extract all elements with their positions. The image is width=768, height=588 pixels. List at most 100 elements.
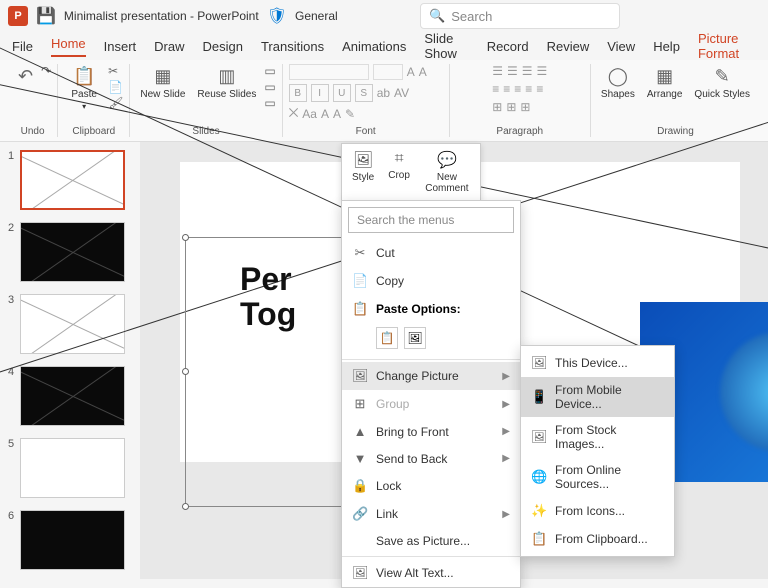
numbering-icon[interactable]: ☰: [507, 64, 518, 78]
new-slide-button[interactable]: ▦New Slide: [136, 64, 189, 102]
sub-mobile-device[interactable]: 📱From Mobile Device...: [521, 377, 674, 417]
ctx-lock[interactable]: 🔒Lock: [342, 472, 520, 500]
section-icon[interactable]: ▭: [264, 96, 275, 110]
shapes-button[interactable]: ◯Shapes: [597, 64, 639, 102]
thumb-num: 6: [8, 510, 14, 570]
context-menu: Search the menus ✂Cut 📄Copy 📋Paste Optio…: [341, 200, 521, 588]
icons-icon: ✨: [531, 503, 547, 519]
new-comment-button[interactable]: 💬New Comment: [418, 148, 476, 196]
style-button[interactable]: 🖼Style: [346, 148, 380, 196]
italic-button[interactable]: I: [311, 84, 329, 102]
arrange-button[interactable]: ▦Arrange: [643, 64, 687, 102]
thumbnail-3[interactable]: [20, 294, 125, 354]
layout-icon[interactable]: ▭: [264, 64, 275, 78]
reuse-slides-button[interactable]: ▥Reuse Slides: [193, 64, 260, 102]
bullets-icon[interactable]: ☰: [492, 64, 503, 78]
menu-file[interactable]: File: [12, 39, 33, 54]
menu-animations[interactable]: Animations: [342, 39, 406, 54]
quick-styles-button[interactable]: ✎Quick Styles: [690, 64, 754, 102]
group-undo: Undo: [21, 126, 45, 137]
mini-toolbar: 🖼Style ⌗Crop 💬New Comment: [341, 143, 481, 201]
thumbnail-2[interactable]: [20, 222, 125, 282]
ctx-group: ⊞Group▶: [342, 390, 520, 418]
device-icon: 🖼: [531, 355, 547, 371]
menu-slideshow[interactable]: Slide Show: [424, 31, 468, 61]
link-icon: 🔗: [352, 506, 368, 522]
sub-from-icons[interactable]: ✨From Icons...: [521, 497, 674, 525]
change-picture-icon: 🖼: [352, 368, 368, 384]
crop-button[interactable]: ⌗Crop: [382, 148, 416, 196]
search-icon: 🔍: [429, 8, 445, 24]
globe-icon: 🌐: [531, 469, 547, 485]
ctx-change-picture[interactable]: 🖼Change Picture▶: [342, 362, 520, 390]
paste-option-keep[interactable]: 📋: [376, 327, 398, 349]
ctx-copy[interactable]: 📄Copy: [342, 267, 520, 295]
chevron-right-icon: ▶: [502, 371, 510, 382]
search-placeholder: Search: [451, 9, 492, 24]
strike-button[interactable]: S: [355, 84, 373, 102]
search-input[interactable]: 🔍 Search: [420, 3, 620, 29]
app-icon: P: [8, 6, 28, 26]
thumb-num: 5: [8, 438, 14, 498]
bring-front-icon: ▲: [352, 424, 368, 439]
send-back-icon: ▼: [352, 451, 368, 466]
thumb-num: 2: [8, 222, 14, 282]
thumb-num: 4: [8, 366, 14, 426]
menu-search-input[interactable]: Search the menus: [348, 207, 514, 233]
document-title: Minimalist presentation - PowerPoint: [64, 9, 259, 23]
thumbnail-5[interactable]: [20, 438, 125, 498]
ctx-cut[interactable]: ✂Cut: [342, 239, 520, 267]
copy-icon: 📄: [352, 273, 368, 289]
thumbnail-4[interactable]: [20, 366, 125, 426]
slide-panel[interactable]: 1 2 3 4 5 6: [0, 142, 140, 579]
change-picture-submenu: 🖼This Device... 📱From Mobile Device... 🖼…: [520, 345, 675, 557]
sub-online-sources[interactable]: 🌐From Online Sources...: [521, 457, 674, 497]
menu-record[interactable]: Record: [487, 39, 529, 54]
reset-icon[interactable]: ▭: [264, 80, 275, 94]
paste-option-picture[interactable]: 🖼: [404, 327, 426, 349]
sensitivity-label: General: [295, 9, 338, 23]
sub-from-clipboard[interactable]: 📋From Clipboard...: [521, 525, 674, 553]
menu-view[interactable]: View: [607, 39, 635, 54]
group-clipboard: Clipboard: [72, 126, 115, 137]
undo-button[interactable]: ↶: [14, 64, 37, 89]
thumb-num: 3: [8, 294, 14, 354]
thumb-num: 1: [8, 150, 14, 210]
ctx-link[interactable]: 🔗Link▶: [342, 500, 520, 528]
bold-button[interactable]: B: [289, 84, 307, 102]
mobile-icon: 📱: [531, 389, 547, 405]
ctx-bring-front[interactable]: ▲Bring to Front▶: [342, 418, 520, 445]
clipboard-icon: 📋: [531, 531, 547, 547]
thumbnail-1[interactable]: [20, 150, 125, 210]
menu-help[interactable]: Help: [653, 39, 680, 54]
stock-icon: 🖼: [531, 429, 547, 445]
thumbnail-6[interactable]: [20, 510, 125, 570]
menu-transitions[interactable]: Transitions: [261, 39, 324, 54]
resize-handle[interactable]: [182, 234, 189, 241]
menu-home[interactable]: Home: [51, 36, 86, 57]
ctx-send-back[interactable]: ▼Send to Back▶: [342, 445, 520, 472]
menu-draw[interactable]: Draw: [154, 39, 184, 54]
ctx-view-alt-text[interactable]: 🖼View Alt Text...: [342, 559, 520, 587]
slide-canvas[interactable]: PerTog ⟳ 0:28 PRESEN Mirjam Nilsson 🖼Sty…: [140, 142, 768, 579]
clipboard-icon: 📋: [352, 301, 368, 317]
ctx-paste-options-header: 📋Paste Options:: [342, 295, 520, 323]
group-font: Font: [356, 126, 376, 137]
menu-insert[interactable]: Insert: [104, 39, 137, 54]
sub-this-device[interactable]: 🖼This Device...: [521, 349, 674, 377]
menu-design[interactable]: Design: [203, 39, 243, 54]
resize-handle[interactable]: [182, 503, 189, 510]
sub-stock-images[interactable]: 🖼From Stock Images...: [521, 417, 674, 457]
save-icon[interactable]: 💾: [36, 6, 56, 26]
menu-review[interactable]: Review: [547, 39, 590, 54]
align-left-icon[interactable]: ≡: [492, 82, 499, 96]
menu-picture-format[interactable]: Picture Format: [698, 31, 756, 61]
resize-handle[interactable]: [182, 368, 189, 375]
group-icon: ⊞: [352, 396, 368, 412]
group-paragraph: Paragraph: [496, 126, 543, 137]
cut-icon[interactable]: ✂: [108, 64, 123, 78]
lock-icon: 🔒: [352, 478, 368, 494]
ctx-save-as-picture[interactable]: Save as Picture...: [342, 528, 520, 554]
copy-icon[interactable]: 📄: [108, 80, 123, 94]
underline-button[interactable]: U: [333, 84, 351, 102]
